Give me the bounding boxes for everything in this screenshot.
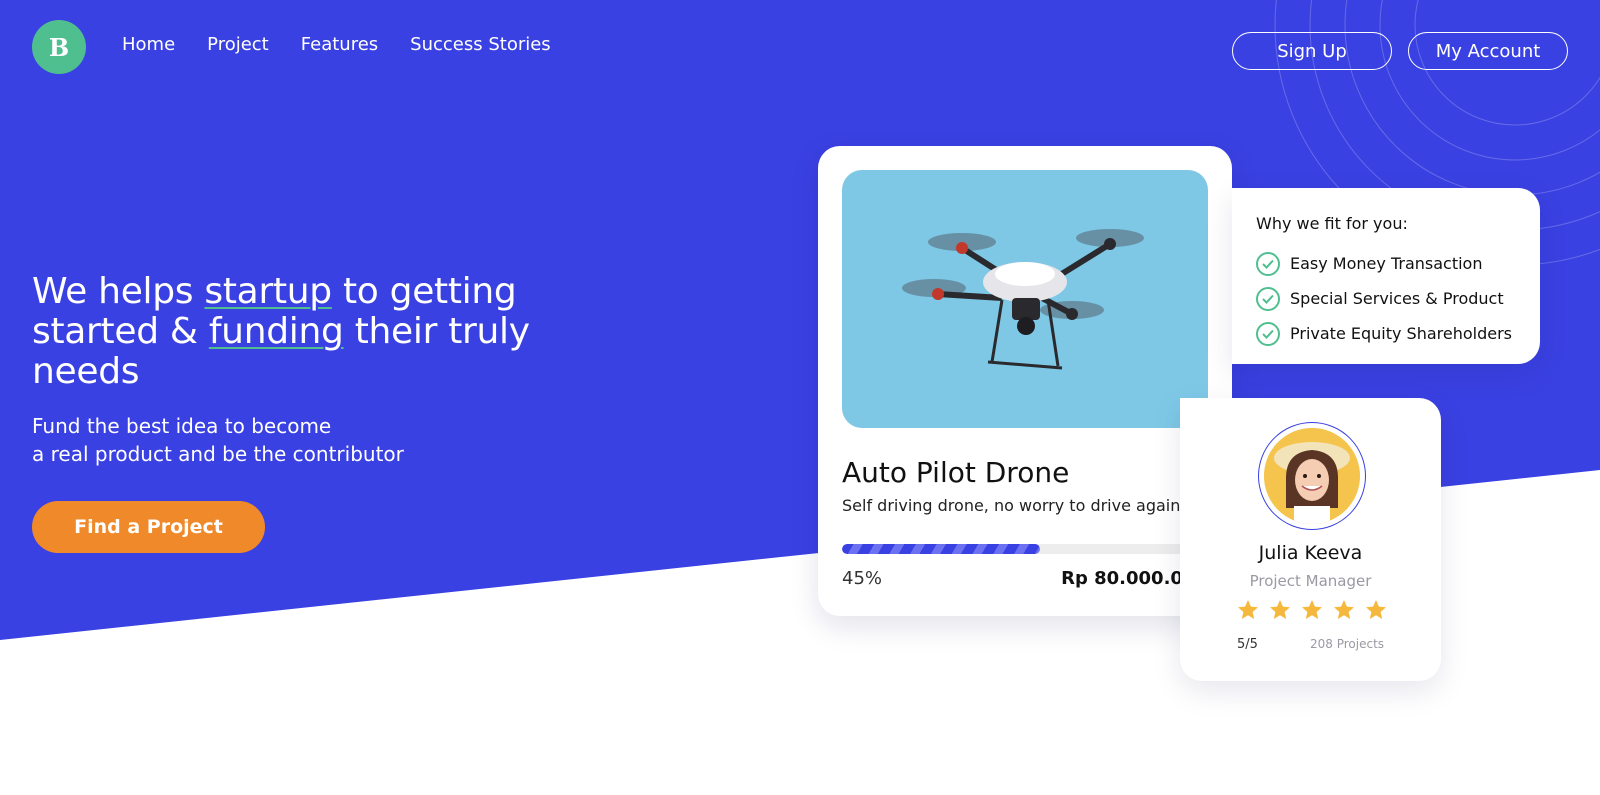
brand-logo[interactable]: B xyxy=(32,20,86,74)
funding-progress-fill xyxy=(842,544,1040,554)
check-circle-icon xyxy=(1256,286,1280,311)
project-description: Self driving drone, no worry to drive ag… xyxy=(842,496,1181,515)
profile-projects: 208 Projects xyxy=(1310,637,1385,651)
why-fit-list: Easy Money Transaction Special Services … xyxy=(1256,246,1512,351)
project-card[interactable]: Auto Pilot Drone Self driving drone, no … xyxy=(818,146,1232,616)
why-fit-title: Why we fit for you: xyxy=(1256,214,1408,233)
project-title: Auto Pilot Drone xyxy=(842,456,1070,489)
profile-card[interactable]: Julia Keeva Project Manager 5/5 208 Proj… xyxy=(1180,398,1441,681)
star-icon xyxy=(1334,600,1354,619)
hero-title-startup: startup xyxy=(204,271,332,312)
list-item: Easy Money Transaction xyxy=(1256,246,1512,281)
check-circle-icon xyxy=(1256,321,1280,346)
funding-percent: 45% xyxy=(842,568,883,589)
nav-features[interactable]: Features xyxy=(301,34,378,55)
feature-label: Special Services & Product xyxy=(1290,289,1504,308)
profile-rating: 5/5 xyxy=(1237,637,1258,652)
feature-label: Easy Money Transaction xyxy=(1290,254,1483,273)
hero-subtitle-line1: Fund the best idea to become xyxy=(32,414,332,438)
nav-project[interactable]: Project xyxy=(207,34,269,55)
nav-success-stories[interactable]: Success Stories xyxy=(410,34,551,55)
star-icon xyxy=(1302,600,1322,619)
hero-subtitle: Fund the best idea to become a real prod… xyxy=(32,412,472,468)
why-fit-card: Why we fit for you: Easy Money Transacti… xyxy=(1232,188,1540,364)
hero-subtitle-line2: a real product and be the contributor xyxy=(32,442,404,466)
drone-image xyxy=(842,170,1208,428)
list-item: Private Equity Shareholders xyxy=(1256,316,1512,351)
star-icon xyxy=(1238,600,1258,619)
hero-title-funding: funding xyxy=(208,311,344,352)
funding-progress-bar xyxy=(842,544,1208,554)
nav-home[interactable]: Home xyxy=(122,34,175,55)
rating-stars xyxy=(1236,598,1388,622)
avatar xyxy=(1264,428,1360,524)
person-avatar-icon xyxy=(1264,428,1360,524)
feature-label: Private Equity Shareholders xyxy=(1290,324,1513,343)
find-project-button[interactable]: Find a Project xyxy=(32,501,265,553)
drone-icon xyxy=(902,229,1144,370)
profile-role: Project Manager xyxy=(1249,572,1372,590)
logo-letter: B xyxy=(48,32,70,62)
list-item: Special Services & Product xyxy=(1256,281,1512,316)
star-icon xyxy=(1270,600,1290,619)
hero-title-part1: We helps xyxy=(32,271,205,312)
avatar-ring xyxy=(1258,422,1366,530)
profile-name: Julia Keeva xyxy=(1258,542,1363,564)
main-nav: Home Project Features Success Stories xyxy=(122,34,551,55)
sign-up-button[interactable]: Sign Up xyxy=(1232,32,1392,70)
check-circle-icon xyxy=(1256,251,1280,276)
hero-title: We helps startup to getting started & fu… xyxy=(32,272,552,392)
my-account-button[interactable]: My Account xyxy=(1408,32,1568,70)
star-icon xyxy=(1366,600,1386,619)
